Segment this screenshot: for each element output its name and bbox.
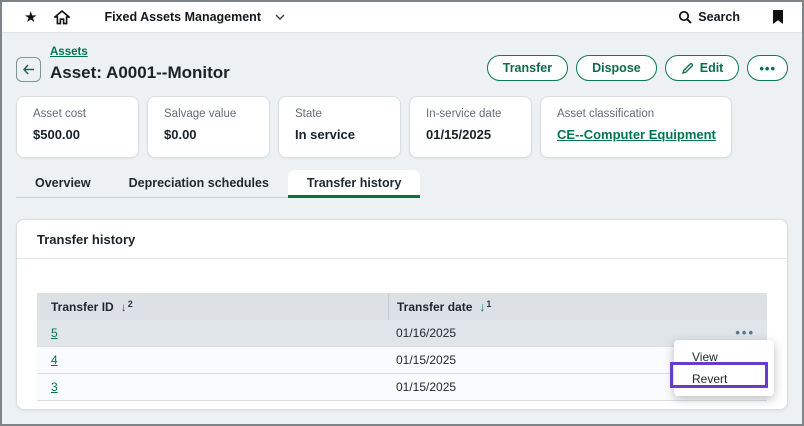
row-context-menu: View Revert bbox=[674, 340, 774, 396]
panel-title: Transfer history bbox=[37, 232, 135, 247]
search-icon bbox=[678, 10, 692, 24]
sort-indicator: ↓ 2 bbox=[121, 301, 133, 313]
column-header-transfer-date[interactable]: Transfer date ↓ 1 bbox=[388, 293, 767, 320]
app-window: ★ Fixed Assets Management Search Assets bbox=[0, 0, 804, 426]
card-value: $500.00 bbox=[33, 127, 138, 142]
menu-item-revert[interactable]: Revert bbox=[674, 368, 774, 390]
summary-cards: Asset cost $500.00 Salvage value $0.00 S… bbox=[16, 96, 788, 158]
tab-transfer-history[interactable]: Transfer history bbox=[288, 170, 420, 198]
pencil-icon bbox=[681, 62, 694, 75]
sort-order: 1 bbox=[486, 299, 491, 309]
card-asset-cost: Asset cost $500.00 bbox=[16, 96, 139, 158]
tab-depreciation-schedules[interactable]: Depreciation schedules bbox=[110, 170, 288, 198]
transfer-history-table: Transfer ID ↓ 2 Transfer date ↓ 1 5 bbox=[37, 293, 767, 401]
transfer-date: 01/15/2025 bbox=[396, 380, 456, 394]
search-button[interactable]: Search bbox=[678, 10, 740, 24]
card-value: 01/15/2025 bbox=[426, 127, 531, 142]
menu-item-view[interactable]: View bbox=[674, 346, 774, 368]
app-title: Fixed Assets Management bbox=[104, 10, 261, 24]
page-title: Asset: A0001--Monitor bbox=[50, 63, 230, 83]
top-bar: ★ Fixed Assets Management Search bbox=[2, 2, 802, 33]
asset-classification-link[interactable]: CE--Computer Equipment bbox=[557, 127, 731, 142]
card-in-service-date: In-service date 01/15/2025 bbox=[409, 96, 532, 158]
table-row[interactable]: 4 01/15/2025 bbox=[37, 347, 767, 374]
page-header: Assets Asset: A0001--Monitor Transfer Di… bbox=[16, 42, 788, 83]
card-value: In service bbox=[295, 127, 400, 142]
search-label: Search bbox=[698, 10, 740, 24]
sort-order: 2 bbox=[128, 299, 133, 309]
card-state: State In service bbox=[278, 96, 401, 158]
transfer-button[interactable]: Transfer bbox=[487, 55, 568, 81]
table-row[interactable]: 5 01/16/2025 ••• bbox=[37, 320, 767, 347]
card-label: State bbox=[295, 108, 400, 120]
transfer-id-link[interactable]: 3 bbox=[51, 380, 58, 394]
row-actions-ellipsis-icon[interactable]: ••• bbox=[735, 328, 755, 338]
transfer-id-link[interactable]: 5 bbox=[51, 326, 58, 340]
panel-header: Transfer history bbox=[17, 220, 787, 259]
breadcrumb-assets-link[interactable]: Assets bbox=[50, 46, 88, 58]
card-asset-classification: Asset classification CE--Computer Equipm… bbox=[540, 96, 732, 158]
column-header-transfer-id[interactable]: Transfer ID ↓ 2 bbox=[37, 300, 388, 314]
star-icon[interactable]: ★ bbox=[24, 8, 37, 26]
transfer-date: 01/16/2025 bbox=[396, 326, 456, 340]
card-label: In-service date bbox=[426, 108, 531, 120]
table-row[interactable]: 3 01/15/2025 bbox=[37, 374, 767, 401]
card-label: Salvage value bbox=[164, 108, 269, 120]
edit-button[interactable]: Edit bbox=[665, 55, 740, 81]
card-label: Asset cost bbox=[33, 108, 138, 120]
table-header-row: Transfer ID ↓ 2 Transfer date ↓ 1 bbox=[37, 293, 767, 320]
tab-overview[interactable]: Overview bbox=[16, 170, 110, 198]
transfer-history-panel: Transfer history Transfer ID ↓ 2 Transfe… bbox=[16, 219, 788, 410]
bookmark-icon[interactable] bbox=[772, 10, 784, 25]
transfer-date: 01/15/2025 bbox=[396, 353, 456, 367]
dispose-button[interactable]: Dispose bbox=[576, 55, 657, 81]
home-icon[interactable] bbox=[54, 10, 70, 25]
card-value: $0.00 bbox=[164, 127, 269, 142]
sort-down-icon: ↓ bbox=[121, 301, 127, 313]
sort-indicator: ↓ 1 bbox=[479, 301, 491, 313]
card-label: Asset classification bbox=[557, 108, 731, 120]
more-actions-button[interactable]: ••• bbox=[747, 55, 788, 81]
sort-down-icon: ↓ bbox=[479, 301, 485, 313]
chevron-down-icon[interactable] bbox=[275, 14, 285, 20]
card-salvage-value: Salvage value $0.00 bbox=[147, 96, 270, 158]
edit-label: Edit bbox=[700, 61, 724, 75]
back-arrow-icon bbox=[22, 64, 35, 75]
tab-bar: Overview Depreciation schedules Transfer… bbox=[16, 170, 420, 198]
transfer-id-link[interactable]: 4 bbox=[51, 353, 58, 367]
back-button[interactable] bbox=[16, 57, 41, 82]
